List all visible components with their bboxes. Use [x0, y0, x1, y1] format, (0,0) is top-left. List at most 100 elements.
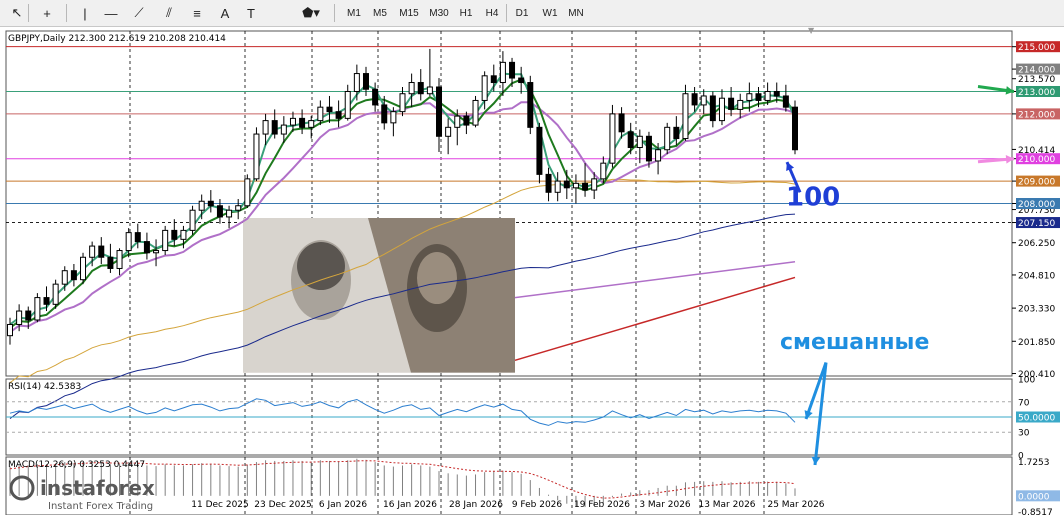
shapes-icon[interactable]: ⬟▾	[296, 3, 326, 23]
price-panel-title: GBPJPY,Daily 212.300 212.619 210.208 210…	[8, 34, 226, 44]
price-label-text: 209.000	[1018, 178, 1055, 188]
candle-body	[262, 120, 269, 135]
drawing-toolbar: ↖ + | — ⟋ ⫽ ≡ A T ⬟▾ M1 M5 M15 M30 H1 H4 D1 W1 MN	[0, 0, 1064, 27]
candle-body	[645, 135, 652, 162]
candle	[518, 66, 525, 94]
macd-zero-label: 0.0000	[1018, 492, 1050, 502]
cursor-icon[interactable]: ↖	[6, 3, 28, 23]
chart-canvas[interactable]: 215.000214.000213.570213.000212.000210.4…	[0, 26, 1064, 518]
timeframe-h4-button[interactable]: H4	[480, 3, 504, 23]
candle	[426, 48, 433, 96]
timeframe-d1-button[interactable]: D1	[510, 3, 534, 23]
crosshair-icon[interactable]: +	[36, 3, 58, 23]
vertical-line-icon[interactable]: |	[74, 3, 96, 23]
candle-body	[792, 106, 798, 151]
candle-body	[125, 232, 132, 252]
timeframe-mn-button[interactable]: MN	[564, 3, 588, 23]
instaforex-logo-icon	[9, 475, 35, 501]
candle-body	[481, 75, 488, 101]
candle	[116, 248, 123, 276]
timeframe-h1-button[interactable]: H1	[454, 3, 478, 23]
time-axis-label: 6 Jan 2026	[319, 500, 367, 510]
timeframe-m30-button[interactable]: M30	[424, 3, 454, 23]
candle-body	[728, 97, 735, 110]
candle	[737, 93, 744, 119]
candle	[536, 122, 543, 184]
overlay-trend-line	[514, 261, 796, 299]
candle-body	[253, 133, 260, 180]
time-axis-label: 28 Jan 2026	[449, 500, 503, 510]
timeframe-m5-button[interactable]: M5	[368, 3, 392, 23]
fibonacci-icon[interactable]: ≡	[186, 3, 208, 23]
candle-body	[372, 88, 379, 106]
candle	[554, 172, 561, 202]
timeframe-m1-button[interactable]: M1	[342, 3, 366, 23]
annotation-mixed: смешанные	[780, 330, 929, 355]
candle	[408, 73, 415, 108]
candle	[572, 174, 579, 204]
macd-panel-frame	[5, 456, 1013, 516]
candle-body	[417, 82, 424, 95]
candle-body	[445, 126, 452, 137]
price-axis-label: 206.250	[1018, 239, 1055, 249]
candle	[636, 129, 643, 164]
candle-body	[755, 93, 762, 101]
candle-body	[591, 178, 598, 191]
candle	[417, 69, 424, 101]
candle-body	[490, 75, 497, 84]
candle	[499, 51, 506, 96]
candle	[153, 239, 160, 267]
candle	[718, 89, 725, 126]
candle-body	[52, 283, 59, 305]
candle-body	[207, 200, 214, 207]
candle	[189, 205, 196, 235]
candle-body	[664, 126, 671, 151]
time-axis-label: 16 Jan 2026	[383, 500, 437, 510]
candle-body	[80, 256, 87, 281]
candle	[782, 84, 789, 112]
toolbar-separator	[66, 4, 67, 22]
candle-body	[600, 162, 607, 180]
price-axis-label: 204.810	[1018, 271, 1055, 281]
candle-body	[153, 250, 160, 254]
candle-body	[773, 90, 780, 97]
price-axis-label: 201.850	[1018, 338, 1055, 348]
rsi-axis-label: 70	[1018, 398, 1030, 408]
candle	[600, 156, 607, 184]
horizontal-line-icon[interactable]: —	[100, 3, 122, 23]
timeframe-w1-button[interactable]: W1	[538, 3, 562, 23]
candle	[143, 232, 150, 260]
toolbar-separator	[28, 4, 29, 22]
candle-body	[509, 61, 516, 79]
candle	[253, 127, 260, 182]
candle	[244, 174, 251, 208]
candle-body	[34, 297, 41, 321]
candle-body	[280, 124, 287, 135]
rsi-axis-label: 30	[1018, 429, 1030, 439]
candle	[52, 279, 59, 309]
candle-body	[299, 117, 306, 128]
candle-body	[353, 73, 360, 92]
candle	[162, 225, 169, 256]
watermark-brand: instaforex	[40, 476, 155, 500]
text-tool-icon[interactable]: A	[214, 3, 236, 23]
mixed-arrow-macd-head	[811, 456, 821, 465]
text-label-icon[interactable]: T	[240, 3, 262, 23]
price-label-text: 213.000	[1018, 88, 1055, 98]
candle-body	[463, 115, 470, 126]
timeframe-m15-button[interactable]: M15	[394, 3, 424, 23]
chart-shift-marker: ▼	[808, 27, 815, 35]
candle-body	[244, 178, 251, 207]
candle-body	[764, 90, 771, 101]
chart-area[interactable]: 215.000214.000213.570213.000212.000210.4…	[0, 26, 1064, 518]
candle-body	[216, 205, 223, 218]
equidistant-channel-icon[interactable]: ⫽	[158, 3, 180, 23]
candle-body	[673, 126, 680, 140]
candle-body	[682, 93, 689, 140]
candle-body	[527, 82, 534, 128]
price-axis-label: 203.330	[1018, 305, 1055, 315]
trendline-icon[interactable]: ⟋	[128, 3, 150, 23]
candle	[235, 199, 242, 220]
candle	[216, 199, 223, 224]
candle-body	[98, 245, 105, 258]
